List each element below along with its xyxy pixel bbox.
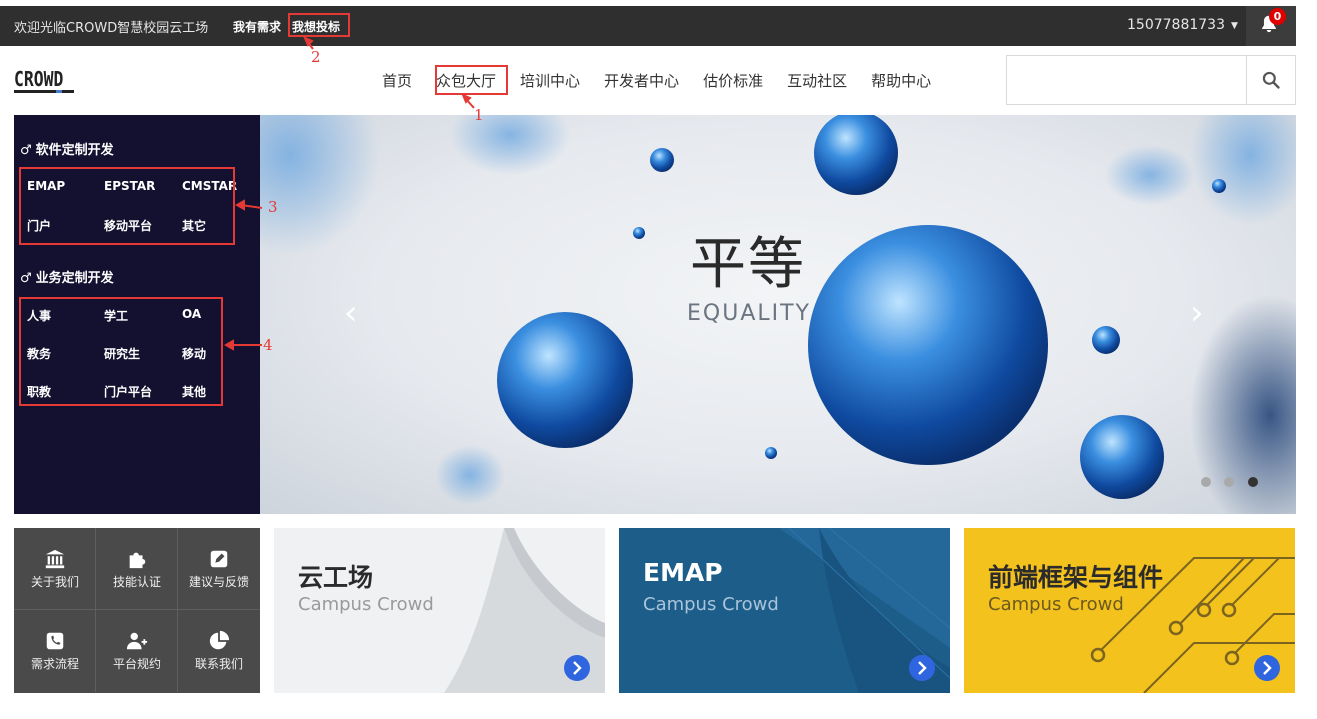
user-phone: 15077881733	[1127, 17, 1225, 33]
pie-chart-icon	[209, 630, 230, 650]
card-cloud-factory[interactable]: 云工场 Campus Crowd	[274, 528, 605, 693]
card-title: 前端框架与组件	[988, 563, 1164, 592]
i-have-needs-link[interactable]: 我有需求	[233, 18, 281, 35]
edit-icon	[210, 550, 228, 568]
crowd-logo[interactable]: CROWD	[14, 67, 63, 91]
chevron-right-icon	[918, 661, 927, 675]
nav-training-center[interactable]: 培训中心	[508, 60, 592, 100]
card-emap[interactable]: EMAP Campus Crowd	[619, 528, 950, 693]
quick-links-grid: 关于我们 技能认证 建议与反馈 需求流程 平台规约 联系我们	[14, 528, 260, 693]
logo-underline	[14, 90, 74, 93]
nav-valuation-standard[interactable]: 估价标准	[691, 60, 775, 100]
annotation-box-business	[19, 297, 223, 406]
phone-icon	[46, 632, 64, 650]
card-title: 云工场	[298, 563, 374, 592]
category-title-business[interactable]: ♂ 业务定制开发	[20, 267, 114, 286]
card-go-button[interactable]	[564, 655, 590, 681]
user-account-menu[interactable]: 15077881733 ▼	[1127, 17, 1238, 33]
quick-link-contact[interactable]: 联系我们	[178, 610, 260, 692]
search-input[interactable]	[1006, 55, 1247, 105]
annotation-number-2: 2	[311, 48, 321, 66]
caret-down-icon: ▼	[1230, 21, 1238, 31]
carousel-prev-icon[interactable]: ‹	[344, 293, 358, 333]
card-go-button[interactable]	[1254, 655, 1280, 681]
nav-developer-center[interactable]: 开发者中心	[592, 60, 691, 100]
card-frontend-framework[interactable]: 前端框架与组件 Campus Crowd	[964, 528, 1295, 693]
search-icon	[1262, 71, 1280, 89]
welcome-text: 欢迎光临CROWD智慧校园云工场	[14, 21, 209, 36]
notification-badge: 0	[1269, 8, 1286, 25]
card-go-button[interactable]	[909, 655, 935, 681]
quick-link-feedback[interactable]: 建议与反馈	[178, 528, 260, 610]
notification-button[interactable]: 0	[1246, 6, 1296, 46]
carousel-next-icon[interactable]: ›	[1190, 293, 1204, 333]
card-title: EMAP	[643, 558, 723, 587]
search-button[interactable]	[1246, 55, 1296, 105]
nav-community[interactable]: 互动社区	[775, 60, 859, 100]
quick-link-process[interactable]: 需求流程	[14, 610, 96, 692]
banner-title: 平等	[690, 232, 806, 297]
annotation-number-3: 3	[268, 198, 278, 216]
card-subtitle: Campus Crowd	[298, 594, 434, 615]
nav-home[interactable]: 首页	[370, 60, 424, 100]
male-icon: ♂	[20, 143, 32, 158]
card-subtitle: Campus Crowd	[643, 594, 779, 615]
annotation-box-nav	[435, 65, 508, 95]
chevron-right-icon	[573, 661, 582, 675]
nav-help-center[interactable]: 帮助中心	[859, 60, 943, 100]
puzzle-icon	[129, 552, 146, 569]
quick-link-rules[interactable]: 平台规约	[96, 610, 178, 692]
bank-icon	[45, 549, 65, 569]
chevron-right-icon	[1263, 661, 1272, 675]
top-bar-inner: 欢迎光临CROWD智慧校园云工场 我有需求 我想投标 15077881733 ▼ …	[0, 6, 1296, 46]
annotation-box-software	[19, 167, 235, 245]
quick-link-about[interactable]: 关于我们	[14, 528, 96, 610]
carousel-dot-3[interactable]	[1248, 477, 1258, 487]
annotation-box-bid	[288, 13, 350, 37]
quick-link-skill-cert[interactable]: 技能认证	[96, 528, 178, 610]
banner-subtitle: EQUALITY	[687, 301, 811, 326]
hero-carousel[interactable]: 平等 EQUALITY ‹ ›	[260, 115, 1296, 514]
card-subtitle: Campus Crowd	[988, 594, 1124, 615]
top-bar: 欢迎光临CROWD智慧校园云工场 我有需求 我想投标 15077881733 ▼ …	[0, 0, 1317, 46]
category-title-software[interactable]: ♂ 软件定制开发	[20, 139, 114, 158]
carousel-dot-1[interactable]	[1201, 477, 1211, 487]
annotation-number-1: 1	[474, 106, 484, 124]
user-add-icon	[126, 632, 148, 650]
male-icon: ♂	[20, 271, 32, 286]
carousel-dot-2[interactable]	[1224, 477, 1234, 487]
annotation-number-4: 4	[263, 336, 273, 354]
